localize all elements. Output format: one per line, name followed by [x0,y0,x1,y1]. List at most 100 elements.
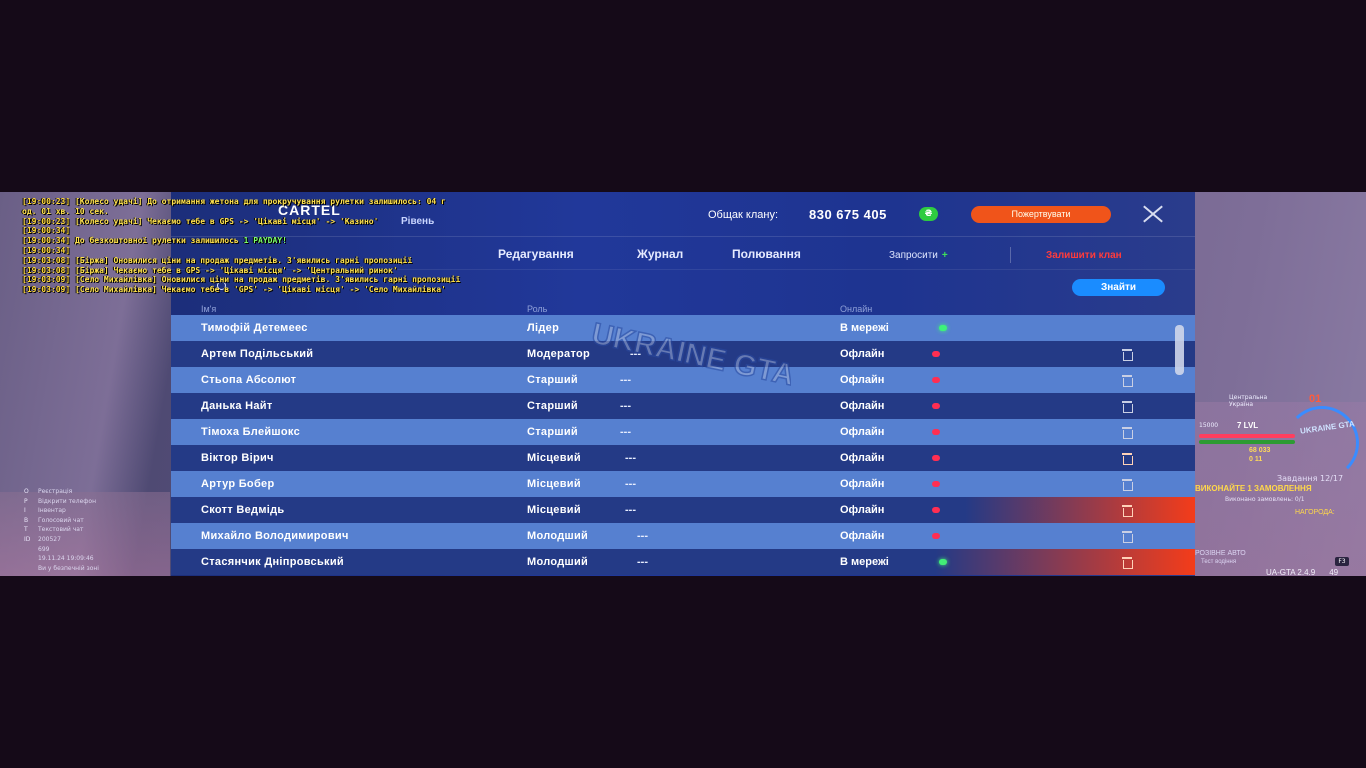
clan-bank-label: Общак клану: [708,209,778,221]
chat-text: [Біржа] Оновилися ціни на продаж предмет… [70,255,413,265]
game-screen: CARTEL Рівень Общак клану: 830 675 405 ₴… [0,0,1366,768]
table-row[interactable]: Тимофій Детемеес Лідер В мережі [171,315,1195,341]
member-status: Офлайн [840,374,885,386]
invite-button[interactable]: Запросити + [889,250,948,261]
table-row[interactable]: Тімоха Блейшокс Старший --- Офлайн [171,419,1195,445]
offline-status-dot [932,403,940,409]
level-label: 7 LVL [1237,421,1259,430]
chat-line: [19:03:09] [Село Михайлівка] Оновилися ц… [22,275,582,285]
member-name: Скотт Ведмідь [201,504,285,516]
hud-hint-label: 699 [38,545,50,553]
hud-hint-label: Текстовий чат [38,526,84,534]
trash-icon[interactable] [1121,375,1133,387]
member-status: Офлайн [840,530,885,542]
member-extra: --- [620,374,631,386]
trash-icon[interactable] [1121,427,1133,439]
trash-icon[interactable] [1121,453,1133,465]
members-table: Тимофій Детемеес Лідер В мережі Артем Поділ… [171,315,1195,575]
chat-line: [19:03:08] [Біржа] Оновилися ціни на про… [22,256,582,266]
hud-hint: O Реєстрація [24,487,174,497]
member-role: Лідер [527,322,560,334]
hud-hint: Ви у безпечній зоні [24,564,174,574]
chat-line: [19:03:08] [Біржа] Чекаємо тебе в GPS ->… [22,266,582,276]
tab-journal[interactable]: Журнал [637,247,683,261]
column-header-role: Роль [527,304,548,314]
task-reward-label: НАГОРОДА: [1295,509,1335,516]
hotkey-badge: F3 [1335,557,1349,566]
row-highlight [935,549,1195,575]
donate-button[interactable]: Пожертвувати [971,206,1111,223]
trash-icon[interactable] [1121,349,1133,361]
tab-hunt[interactable]: Полювання [732,247,801,261]
trash-icon[interactable] [1121,479,1133,491]
table-row[interactable]: Артем Подільський Модератор --- Офлайн [171,341,1195,367]
member-status: Офлайн [840,478,885,490]
region-label: Центральна Україна [1229,394,1268,408]
hud-hint-label: Голосовий чат [38,516,84,524]
hud-hint: ID 200527 [24,535,174,545]
member-extra: --- [620,400,631,412]
row-highlight [965,497,1195,523]
trash-icon[interactable] [1121,557,1133,569]
task-title: ВИКОНАЙТЕ 1 ЗАМОВЛЕННЯ [1195,484,1312,493]
money-secondary: 0 11 [1249,456,1263,463]
member-status: Офлайн [840,452,885,464]
hud-hint: P Відкрити телефон [24,497,174,507]
close-icon[interactable] [1141,204,1165,224]
trash-icon[interactable] [1121,531,1133,543]
table-row[interactable]: Артур Бобер Місцевий --- Офлайн [171,471,1195,497]
version-label: UA-GTA 2.4.9 49 [1266,568,1338,577]
member-role: Модератор [527,348,591,360]
member-role: Молодший [527,530,589,542]
offline-status-dot [932,481,940,487]
online-status-dot [939,325,947,331]
hud-hint-label: 19.11.24 19:09:46 [38,555,94,563]
hud-hint-key: I [24,507,26,515]
table-row[interactable]: Данька Найт Старший --- Офлайн [171,393,1195,419]
chat-log: [19:00:23] [Колесо удачі] До отримання ж… [22,197,582,295]
chat-line: [19:00:34] [22,226,582,236]
member-extra: --- [637,556,648,568]
member-role: Старший [527,400,578,412]
chat-text: [Село Михайлівка] Чекаємо тебе в 'GPS' -… [70,285,446,295]
member-name: Стьопа Абсолют [201,374,297,386]
offline-status-dot [932,351,940,357]
auto-subtitle: Тест водіння [1201,559,1237,565]
member-name: Артем Подільський [201,348,314,360]
leave-clan-button[interactable]: Залишити клан [1046,250,1122,261]
chat-highlight: 1 PAYDAY! [243,236,287,246]
offline-status-dot [932,455,940,461]
member-role: Старший [527,374,578,386]
hud-hint-key: B [24,516,29,524]
chat-time: [19:03:09] [22,275,71,285]
auto-title: РОЗІВНЕ АВТО [1195,550,1246,557]
member-extra: --- [625,504,636,516]
table-row[interactable]: Стьопа Абсолют Старший --- Офлайн [171,367,1195,393]
table-row[interactable]: Стасянчик Дніпровський Молодший --- В мереж… [171,549,1195,575]
table-row[interactable]: Скотт Ведмідь Місцевий --- Офлайн [171,497,1195,523]
member-role: Місцевий [527,452,581,464]
trash-icon[interactable] [1121,401,1133,413]
members-scrollbar[interactable] [1175,325,1184,375]
region-number: 01 [1309,393,1322,405]
hud-hint-label: Відкрити телефон [38,497,97,505]
trash-icon[interactable] [1121,505,1133,517]
member-extra: --- [637,530,648,542]
member-name: Данька Найт [201,400,273,412]
chat-line: [19:00:34] До безкоштовної рулетки залиш… [22,236,582,246]
version-text: UA-GTA 2.4.9 [1266,568,1316,577]
chat-text: [Колесо удачі] Чекаємо тебе в GPS -> 'Ці… [70,216,379,226]
armor-bar [1199,440,1295,444]
chat-time: [19:03:08] [22,265,71,275]
find-button[interactable]: Знайти [1072,279,1165,296]
table-row[interactable]: Віктор Вірич Місцевий --- Офлайн [171,445,1195,471]
member-role: Молодший [527,556,589,568]
chat-line: [19:00:23] [Колесо удачі] До отримання ж… [22,197,582,207]
xp-value: 15000 [1199,422,1219,429]
table-row[interactable]: Михайло Володимирович Молодший --- Офлайн [171,523,1195,549]
offline-status-dot [932,533,940,539]
member-name: Тімоха Блейшокс [201,426,300,438]
chat-time: [19:00:34] [22,226,71,236]
member-status: В мережі [840,322,889,334]
left-hud: O Реєстрація P Відкрити телефон I Інвентар B Го… [24,487,174,573]
